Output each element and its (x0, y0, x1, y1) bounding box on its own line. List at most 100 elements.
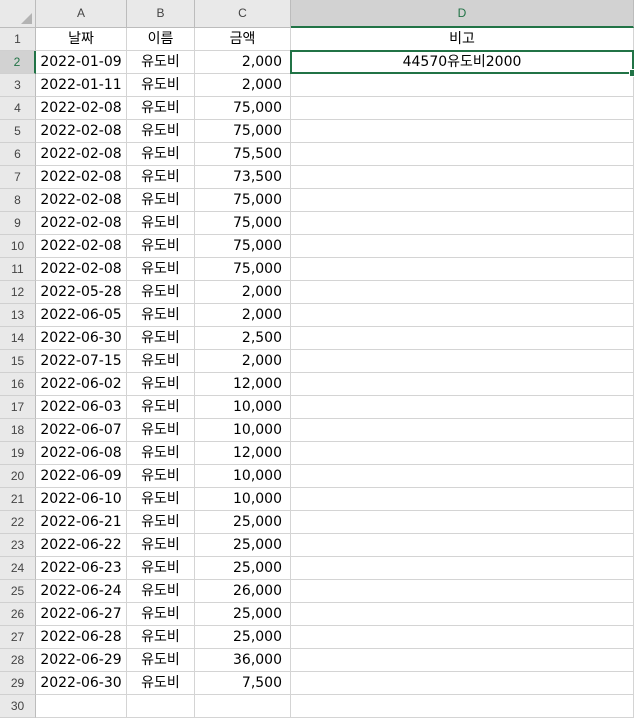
cell-a17[interactable]: 2022-06-03 (36, 396, 127, 419)
cell-c8[interactable]: 75,000 (195, 189, 291, 212)
cell-b28[interactable]: 유도비 (127, 649, 195, 672)
row-header-29[interactable]: 29 (0, 672, 36, 695)
fill-handle[interactable] (629, 69, 634, 77)
cell-b14[interactable]: 유도비 (127, 327, 195, 350)
cell-a26[interactable]: 2022-06-27 (36, 603, 127, 626)
cell-b29[interactable]: 유도비 (127, 672, 195, 695)
cell-d21[interactable] (291, 488, 634, 511)
row-header-27[interactable]: 27 (0, 626, 36, 649)
cell-a4[interactable]: 2022-02-08 (36, 97, 127, 120)
cell-d26[interactable] (291, 603, 634, 626)
row-header-12[interactable]: 12 (0, 281, 36, 304)
cell-b10[interactable]: 유도비 (127, 235, 195, 258)
cell-d28[interactable] (291, 649, 634, 672)
row-header-28[interactable]: 28 (0, 649, 36, 672)
cell-b25[interactable]: 유도비 (127, 580, 195, 603)
cell-a3[interactable]: 2022-01-11 (36, 74, 127, 97)
row-header-15[interactable]: 15 (0, 350, 36, 373)
cell-a24[interactable]: 2022-06-23 (36, 557, 127, 580)
row-header-1[interactable]: 1 (0, 28, 36, 51)
cell-d1[interactable]: 비고 (291, 28, 634, 51)
cell-a18[interactable]: 2022-06-07 (36, 419, 127, 442)
cell-a5[interactable]: 2022-02-08 (36, 120, 127, 143)
cell-a16[interactable]: 2022-06-02 (36, 373, 127, 396)
cell-d27[interactable] (291, 626, 634, 649)
cell-a30[interactable] (36, 695, 127, 718)
cell-c27[interactable]: 25,000 (195, 626, 291, 649)
cell-d12[interactable] (291, 281, 634, 304)
cell-c12[interactable]: 2,000 (195, 281, 291, 304)
column-header-c[interactable]: C (195, 0, 291, 28)
cell-b30[interactable] (127, 695, 195, 718)
cell-c3[interactable]: 2,000 (195, 74, 291, 97)
cell-c5[interactable]: 75,000 (195, 120, 291, 143)
cell-c9[interactable]: 75,000 (195, 212, 291, 235)
cell-c7[interactable]: 73,500 (195, 166, 291, 189)
cell-c1[interactable]: 금액 (195, 28, 291, 51)
cell-d9[interactable] (291, 212, 634, 235)
cell-d22[interactable] (291, 511, 634, 534)
row-header-4[interactable]: 4 (0, 97, 36, 120)
cell-b13[interactable]: 유도비 (127, 304, 195, 327)
cell-d20[interactable] (291, 465, 634, 488)
cell-a15[interactable]: 2022-07-15 (36, 350, 127, 373)
cell-a1[interactable]: 날짜 (36, 28, 127, 51)
cell-b18[interactable]: 유도비 (127, 419, 195, 442)
row-header-19[interactable]: 19 (0, 442, 36, 465)
row-header-23[interactable]: 23 (0, 534, 36, 557)
cell-d16[interactable] (291, 373, 634, 396)
cell-b4[interactable]: 유도비 (127, 97, 195, 120)
row-header-10[interactable]: 10 (0, 235, 36, 258)
cell-a22[interactable]: 2022-06-21 (36, 511, 127, 534)
cell-d23[interactable] (291, 534, 634, 557)
cell-b19[interactable]: 유도비 (127, 442, 195, 465)
cell-c22[interactable]: 25,000 (195, 511, 291, 534)
cell-c23[interactable]: 25,000 (195, 534, 291, 557)
cell-c4[interactable]: 75,000 (195, 97, 291, 120)
row-header-18[interactable]: 18 (0, 419, 36, 442)
row-header-26[interactable]: 26 (0, 603, 36, 626)
cell-a25[interactable]: 2022-06-24 (36, 580, 127, 603)
row-header-9[interactable]: 9 (0, 212, 36, 235)
cell-c10[interactable]: 75,000 (195, 235, 291, 258)
cell-a19[interactable]: 2022-06-08 (36, 442, 127, 465)
cell-a11[interactable]: 2022-02-08 (36, 258, 127, 281)
cell-a6[interactable]: 2022-02-08 (36, 143, 127, 166)
row-header-21[interactable]: 21 (0, 488, 36, 511)
cell-c21[interactable]: 10,000 (195, 488, 291, 511)
cell-d8[interactable] (291, 189, 634, 212)
cell-d15[interactable] (291, 350, 634, 373)
row-header-16[interactable]: 16 (0, 373, 36, 396)
cell-d13[interactable] (291, 304, 634, 327)
cell-a14[interactable]: 2022-06-30 (36, 327, 127, 350)
cell-b26[interactable]: 유도비 (127, 603, 195, 626)
column-header-d[interactable]: D (291, 0, 634, 28)
cell-d25[interactable] (291, 580, 634, 603)
cell-d11[interactable] (291, 258, 634, 281)
cell-a9[interactable]: 2022-02-08 (36, 212, 127, 235)
cell-b27[interactable]: 유도비 (127, 626, 195, 649)
cell-c6[interactable]: 75,500 (195, 143, 291, 166)
cell-b5[interactable]: 유도비 (127, 120, 195, 143)
cell-c2[interactable]: 2,000 (195, 51, 291, 74)
cell-b11[interactable]: 유도비 (127, 258, 195, 281)
row-header-24[interactable]: 24 (0, 557, 36, 580)
column-header-b[interactable]: B (127, 0, 195, 28)
cell-c20[interactable]: 10,000 (195, 465, 291, 488)
cell-c24[interactable]: 25,000 (195, 557, 291, 580)
cell-c29[interactable]: 7,500 (195, 672, 291, 695)
cell-a28[interactable]: 2022-06-29 (36, 649, 127, 672)
cell-b22[interactable]: 유도비 (127, 511, 195, 534)
cell-c16[interactable]: 12,000 (195, 373, 291, 396)
column-header-a[interactable]: A (36, 0, 127, 28)
cell-c30[interactable] (195, 695, 291, 718)
row-header-5[interactable]: 5 (0, 120, 36, 143)
cell-b23[interactable]: 유도비 (127, 534, 195, 557)
row-header-22[interactable]: 22 (0, 511, 36, 534)
cell-c17[interactable]: 10,000 (195, 396, 291, 419)
cell-d7[interactable] (291, 166, 634, 189)
cell-d24[interactable] (291, 557, 634, 580)
cell-a27[interactable]: 2022-06-28 (36, 626, 127, 649)
cell-b20[interactable]: 유도비 (127, 465, 195, 488)
cell-a7[interactable]: 2022-02-08 (36, 166, 127, 189)
